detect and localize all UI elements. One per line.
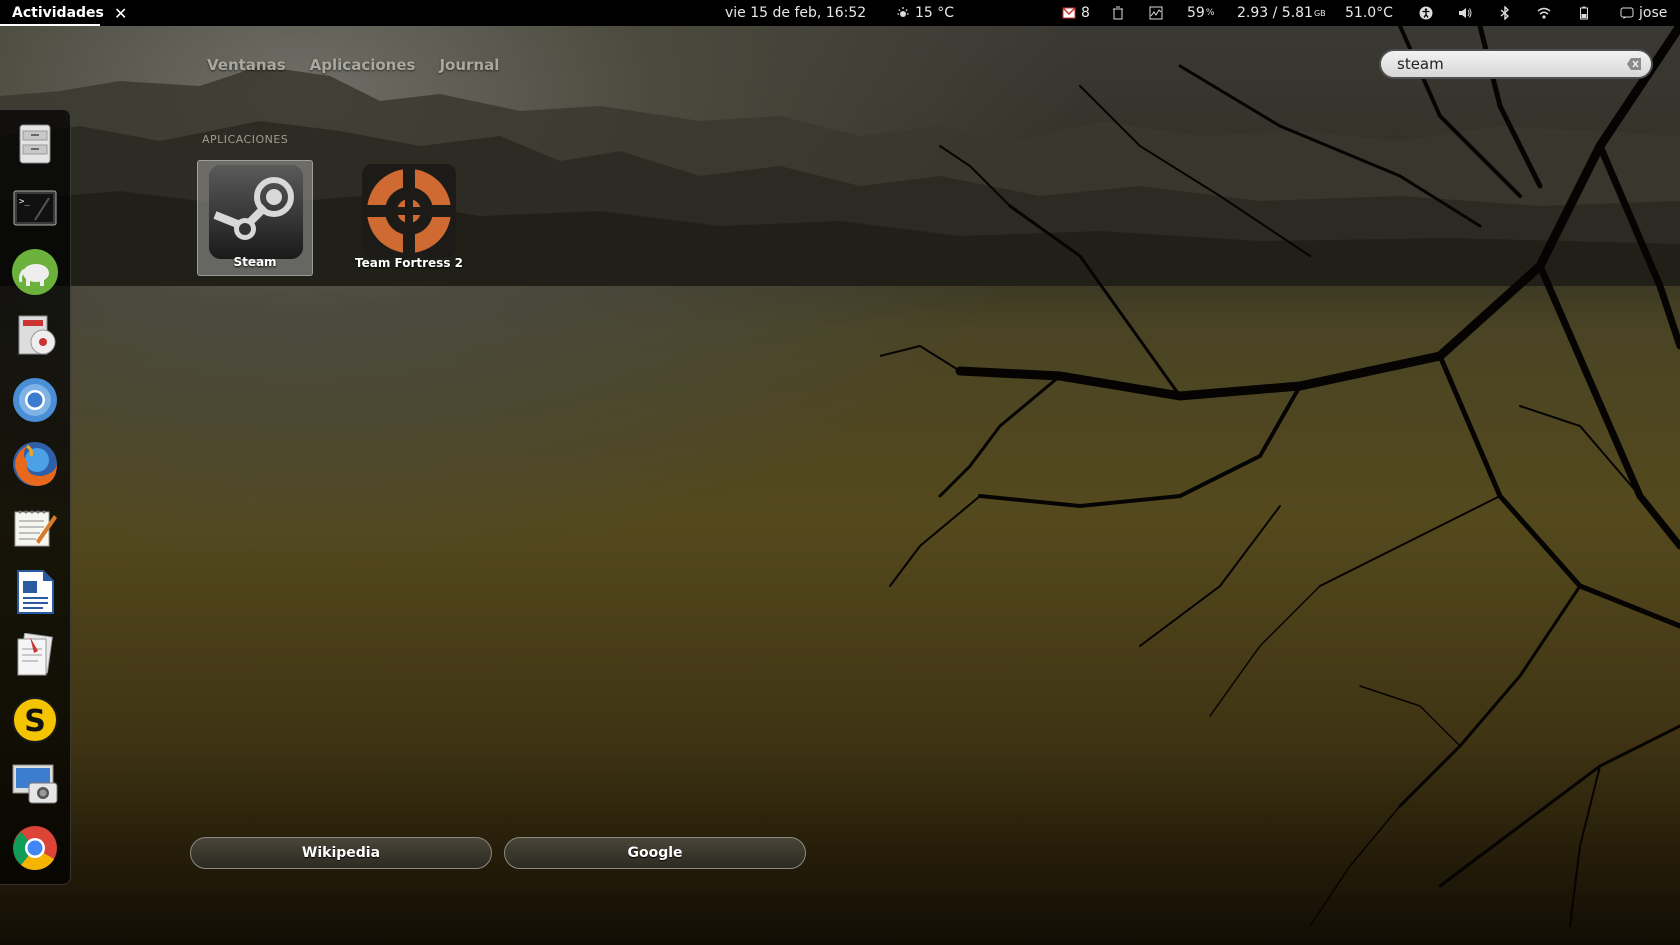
- disc-burner-icon: [18, 315, 56, 355]
- tab-windows[interactable]: Ventanas: [207, 56, 286, 74]
- dash-item-screenshot[interactable]: [10, 759, 60, 809]
- dash-item-firefox[interactable]: [10, 439, 60, 489]
- volume-icon: [1459, 8, 1472, 18]
- files-icon: [19, 124, 51, 164]
- activities-button[interactable]: Actividades: [12, 0, 104, 26]
- accessibility-indicator[interactable]: [1419, 0, 1433, 26]
- dash-item-files[interactable]: [10, 119, 60, 169]
- cpu-unit: %: [1205, 8, 1215, 18]
- battery-indicator[interactable]: [1577, 0, 1591, 26]
- bluetooth-indicator[interactable]: [1498, 0, 1512, 26]
- gmail-count: 8: [1081, 5, 1090, 21]
- app-result-label: Team Fortress 2: [355, 256, 463, 270]
- system-monitor-indicator[interactable]: [1149, 0, 1163, 26]
- trash-icon: [1113, 6, 1123, 20]
- weather-temp: 15 °C: [915, 5, 955, 21]
- app-result-tf2[interactable]: Team Fortress 2: [351, 160, 467, 276]
- dash-item-evernote[interactable]: [10, 247, 60, 297]
- user-name: jose: [1639, 5, 1668, 21]
- skype-icon: S: [12, 697, 58, 743]
- chrome-icon: [13, 826, 57, 870]
- tab-journal[interactable]: Journal: [439, 56, 499, 74]
- search-provider-wikipedia[interactable]: Wikipedia: [190, 837, 492, 869]
- volume-indicator[interactable]: [1458, 0, 1472, 26]
- weather-sun-icon: [897, 7, 909, 17]
- cpu-percent: 59: [1187, 5, 1205, 21]
- dash-item-skype[interactable]: S: [10, 695, 60, 745]
- trash-indicator[interactable]: [1111, 0, 1125, 26]
- bluetooth-icon: [1500, 6, 1510, 20]
- firefox-icon: [13, 442, 57, 486]
- evernote-icon: [12, 249, 58, 295]
- writer-icon: [17, 570, 54, 614]
- dash-item-writer[interactable]: [10, 567, 60, 617]
- user-menu[interactable]: jose: [1620, 0, 1667, 26]
- results-section-title: APLICACIONES: [202, 133, 289, 146]
- wifi-indicator[interactable]: [1537, 0, 1551, 26]
- dash-item-terminal[interactable]: >_: [10, 183, 60, 233]
- text-editor-icon: [14, 510, 57, 547]
- search-box: [1379, 49, 1653, 79]
- dash: >_ S: [0, 109, 71, 885]
- screenshot-icon: [12, 764, 58, 804]
- memory-load: 2.93 / 5.81: [1237, 5, 1313, 21]
- search-provider-google[interactable]: Google: [504, 837, 806, 869]
- chromium-icon: [13, 378, 57, 422]
- close-overview-icon[interactable]: ✕: [114, 0, 127, 26]
- dash-item-chrome[interactable]: [10, 823, 60, 873]
- dash-item-chromium[interactable]: [10, 375, 60, 425]
- temperature-indicator[interactable]: 51.0°C: [1345, 0, 1393, 26]
- svg-text:S: S: [24, 704, 46, 739]
- activities-label: Actividades: [12, 5, 104, 21]
- clock[interactable]: vie 15 de feb, 16:52: [725, 0, 866, 26]
- gmail-indicator[interactable]: 8: [1062, 0, 1090, 26]
- memory-indicator[interactable]: 2.93 / 5.81 GB: [1237, 0, 1326, 26]
- search-input[interactable]: [1395, 54, 1619, 74]
- dash-item-documents[interactable]: [10, 631, 60, 681]
- gmail-icon: [1062, 7, 1076, 19]
- terminal-icon: >_: [13, 190, 57, 226]
- top-panel: Actividades ✕ vie 15 de feb, 16:52 15 °C…: [0, 0, 1680, 26]
- activities-underline: [0, 24, 100, 26]
- app-result-steam[interactable]: Steam: [197, 160, 313, 276]
- memory-unit: GB: [1313, 8, 1326, 18]
- system-monitor-icon: [1149, 6, 1163, 20]
- wifi-icon: [1537, 7, 1551, 19]
- documents-icon: [17, 633, 53, 676]
- tf2-icon: [362, 164, 456, 258]
- dash-item-text-editor[interactable]: [10, 503, 60, 553]
- accessibility-icon: [1419, 6, 1433, 20]
- steam-icon: [209, 165, 303, 259]
- view-tabs: Ventanas Aplicaciones Journal: [207, 56, 499, 74]
- svg-text:>_: >_: [19, 197, 30, 207]
- user-status-icon: [1620, 7, 1634, 19]
- clear-search-icon[interactable]: [1627, 58, 1641, 70]
- cpu-indicator[interactable]: 59%: [1187, 0, 1214, 26]
- weather-indicator[interactable]: 15 °C: [896, 0, 954, 26]
- tab-applications[interactable]: Aplicaciones: [310, 56, 416, 74]
- dash-item-disc-burner[interactable]: [10, 311, 60, 361]
- battery-icon: [1580, 6, 1588, 20]
- app-result-label: Steam: [233, 255, 277, 269]
